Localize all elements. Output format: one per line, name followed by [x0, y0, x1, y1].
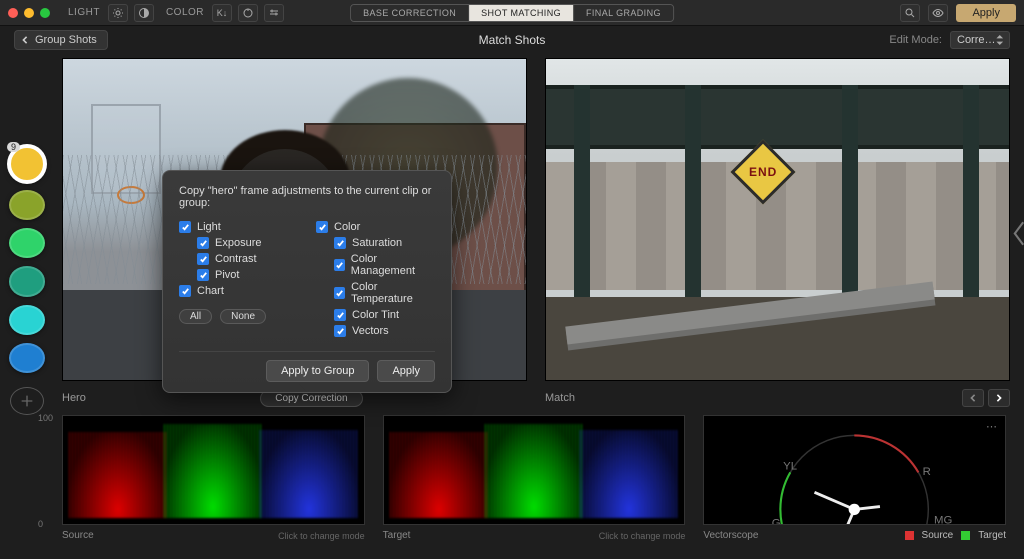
match-column: END Match — [545, 58, 1010, 415]
swatch-2[interactable] — [9, 190, 45, 220]
search-icon[interactable] — [900, 4, 920, 22]
color-palette: 9 — [0, 54, 54, 415]
match-preview[interactable]: END — [545, 58, 1010, 381]
legend-target-swatch — [961, 531, 970, 540]
brightness-icon[interactable] — [108, 4, 128, 22]
target-scope: Target Click to change mode — [383, 415, 686, 543]
color-section-label: COLOR — [166, 7, 204, 18]
swatch-6[interactable] — [9, 343, 45, 373]
legend-source-swatch — [905, 531, 914, 540]
hero-label: Hero — [62, 392, 86, 404]
expand-panel-handle[interactable] — [1012, 219, 1024, 250]
preview-eye-icon[interactable] — [928, 4, 948, 22]
check-color-management[interactable]: Color Management — [316, 251, 435, 279]
check-contrast[interactable]: Contrast — [179, 251, 298, 267]
swatch-5[interactable] — [9, 305, 45, 335]
select-all-button[interactable]: All — [179, 309, 212, 324]
vectorscope: ⋯ R MG B CY G YL Vectorscope Source — [703, 415, 1006, 543]
popover-apply-button[interactable]: Apply — [377, 360, 435, 382]
target-mode-hint[interactable]: Click to change mode — [599, 531, 686, 541]
source-parade[interactable] — [62, 415, 365, 525]
contrast-icon[interactable] — [134, 4, 154, 22]
scopes-row: 100 0 Source Click to change mode Target… — [0, 415, 1024, 553]
workspace: 9 — [0, 54, 1024, 415]
sub-toolbar: Group Shots Match Shots Edit Mode: Corre… — [0, 26, 1024, 54]
popover-title: Copy "hero" frame adjustments to the cur… — [179, 185, 435, 209]
check-light[interactable]: Light — [179, 219, 298, 235]
match-next-button[interactable] — [988, 389, 1010, 407]
match-label: Match — [545, 392, 575, 404]
svg-text:G: G — [772, 517, 781, 525]
window-minimize-button[interactable] — [24, 8, 34, 18]
apply-button[interactable]: Apply — [956, 4, 1016, 22]
svg-text:R: R — [923, 466, 931, 478]
add-swatch-button[interactable] — [10, 387, 44, 415]
edit-mode-select[interactable]: Corre… — [950, 31, 1010, 49]
vectorscope-label: Vectorscope — [703, 530, 758, 541]
target-scope-label: Target — [383, 530, 411, 541]
check-color-temperature[interactable]: Color Temperature — [316, 279, 435, 307]
mode-tabs: BASE CORRECTION SHOT MATCHING FINAL GRAD… — [350, 4, 674, 22]
match-prev-button[interactable] — [962, 389, 984, 407]
tab-shot-matching[interactable]: SHOT MATCHING — [469, 5, 574, 21]
top-toolbar: LIGHT COLOR K↓ BASE CORRECTION SHOT MATC… — [0, 0, 1024, 26]
window-close-button[interactable] — [8, 8, 18, 18]
check-exposure[interactable]: Exposure — [179, 235, 298, 251]
select-none-button[interactable]: None — [220, 309, 266, 324]
window-zoom-button[interactable] — [40, 8, 50, 18]
check-saturation[interactable]: Saturation — [316, 235, 435, 251]
swatch-4[interactable] — [9, 266, 45, 296]
target-parade[interactable] — [383, 415, 686, 525]
temperature-icon[interactable]: K↓ — [212, 4, 232, 22]
swatch-1[interactable]: 9 — [9, 146, 45, 182]
popover-right-column: Color Saturation Color Management Color … — [316, 219, 435, 339]
page-title: Match Shots — [479, 33, 546, 47]
sliders-icon[interactable] — [264, 4, 284, 22]
check-chart[interactable]: Chart — [179, 283, 298, 299]
svg-text:YL: YL — [784, 461, 798, 473]
check-color[interactable]: Color — [316, 219, 435, 235]
copy-correction-popover: Copy "hero" frame adjustments to the cur… — [162, 170, 452, 393]
check-vectors[interactable]: Vectors — [316, 323, 435, 339]
source-mode-hint[interactable]: Click to change mode — [278, 531, 365, 541]
apply-to-group-button[interactable]: Apply to Group — [266, 360, 369, 382]
edit-mode-label: Edit Mode: — [889, 34, 942, 46]
source-scope: 100 0 Source Click to change mode — [62, 415, 365, 543]
tint-dial-icon[interactable] — [238, 4, 258, 22]
source-scope-label: Source — [62, 530, 94, 541]
light-section-label: LIGHT — [68, 7, 100, 18]
vectorscope-legend: Source Target — [905, 530, 1006, 541]
back-label: Group Shots — [35, 34, 97, 46]
window-controls — [8, 8, 50, 18]
check-color-tint[interactable]: Color Tint — [316, 307, 435, 323]
swatch-3[interactable] — [9, 228, 45, 258]
back-group-shots-button[interactable]: Group Shots — [14, 30, 108, 50]
tab-final-grading[interactable]: FINAL GRADING — [574, 5, 673, 21]
vectorscope-canvas[interactable]: ⋯ R MG B CY G YL — [703, 415, 1006, 525]
popover-left-column: Light Exposure Contrast Pivot Chart All … — [179, 219, 298, 339]
svg-text:MG: MG — [934, 515, 952, 525]
check-pivot[interactable]: Pivot — [179, 267, 298, 283]
tab-base-correction[interactable]: BASE CORRECTION — [351, 5, 469, 21]
swatch-badge: 9 — [7, 142, 20, 152]
